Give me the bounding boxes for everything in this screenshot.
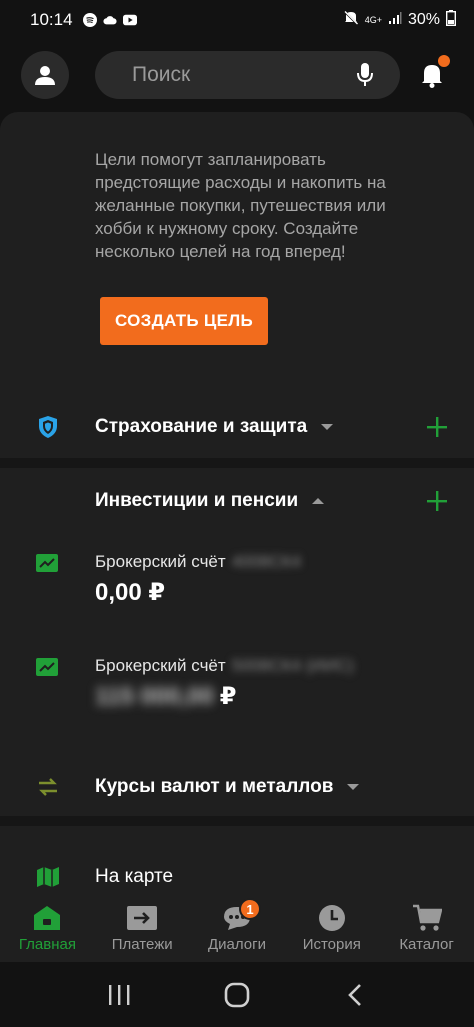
account-name: Брокерский счёт 5008СК4 (ИИС) — [95, 656, 354, 675]
spotify-icon — [82, 13, 97, 27]
cart-icon — [411, 904, 443, 932]
plus-icon — [427, 417, 447, 437]
section-title: Курсы валют и металлов — [95, 776, 360, 798]
account-masked-balance: 115 000,00 — [95, 683, 214, 710]
broker-account-item[interactable]: Брокерский счёт 5008СК4 (ИИС) 115 000,00 ₽ — [0, 656, 474, 716]
nav-payments[interactable]: Платежи — [95, 900, 190, 962]
home-icon — [31, 904, 63, 932]
search-bar[interactable] — [95, 51, 400, 99]
user-icon — [35, 66, 55, 85]
chevron-down-icon — [321, 423, 334, 430]
plus-icon — [427, 491, 447, 511]
status-bar: 10:14 4G+ 30% — [0, 0, 474, 40]
system-nav-bar — [0, 962, 474, 1027]
chevron-up-icon — [312, 497, 325, 504]
nav-dialogs[interactable]: 1 Диалоги — [190, 898, 285, 962]
section-map[interactable]: На карте — [0, 852, 474, 902]
section-title: Инвестиции и пенсии — [95, 490, 325, 512]
notification-dot — [438, 55, 450, 67]
cloud-icon — [102, 13, 117, 27]
nav-catalog[interactable]: Каталог — [379, 900, 474, 962]
nav-label: Главная — [18, 936, 76, 953]
exchange-arrows-icon — [36, 775, 60, 799]
clock-icon — [316, 904, 348, 932]
mute-icon — [343, 10, 359, 31]
bottom-nav: Главная Платежи 1 Диалоги История Катало… — [0, 898, 474, 962]
youtube-icon — [122, 13, 137, 27]
unread-badge: 1 — [238, 898, 261, 920]
section-currency[interactable]: Курсы валют и металлов — [0, 762, 474, 812]
payments-icon — [126, 904, 158, 932]
notifications-button[interactable] — [412, 55, 452, 95]
section-divider — [0, 458, 474, 468]
nav-label: Каталог — [399, 936, 454, 953]
battery-icon — [445, 9, 457, 31]
battery-percent: 30% — [407, 11, 440, 28]
account-name: Брокерский счёт 4008СК4 — [95, 552, 302, 571]
main-content: Цели помогут запланировать предстоящие р… — [0, 112, 474, 902]
section-investments[interactable]: Инвестиции и пенсии — [0, 476, 474, 526]
nav-label: Диалоги — [207, 936, 266, 953]
section-title: На карте — [95, 866, 174, 887]
nav-history[interactable]: История — [284, 900, 379, 962]
section-title: Страхование и защита — [95, 416, 334, 438]
mic-icon[interactable] — [352, 62, 378, 88]
add-investment-button[interactable] — [424, 488, 450, 514]
chevron-down-icon — [347, 783, 360, 790]
profile-button[interactable] — [21, 51, 69, 99]
create-goal-button[interactable]: СОЗДАТЬ ЦЕЛЬ — [100, 297, 268, 345]
account-balance: 115 000,00 ₽ — [95, 683, 237, 710]
nav-label: История — [302, 936, 361, 953]
nav-home[interactable]: Главная — [0, 900, 95, 962]
account-masked-id: 4008СК4 — [231, 552, 302, 571]
goals-description: Цели помогут запланировать предстоящие р… — [95, 150, 386, 261]
section-insurance[interactable]: Страхование и защита — [0, 402, 474, 452]
app-header — [0, 45, 474, 105]
recent-apps-icon[interactable] — [99, 975, 139, 1015]
home-circle-icon[interactable] — [217, 975, 257, 1015]
section-divider — [0, 816, 474, 826]
account-balance: 0,00 ₽ — [95, 579, 166, 606]
chat-icon: 1 — [221, 898, 261, 932]
signal-icon — [388, 11, 402, 30]
network-type: 4G+ — [364, 15, 382, 25]
broker-account-item[interactable]: Брокерский счёт 4008СК4 0,00 ₽ — [0, 552, 474, 612]
account-masked-id: 5008СК4 (ИИС) — [231, 656, 354, 675]
chart-up-icon — [36, 554, 58, 572]
add-insurance-button[interactable] — [424, 414, 450, 440]
shield-icon — [36, 415, 60, 439]
chart-up-icon — [36, 658, 58, 676]
back-icon[interactable] — [335, 975, 375, 1015]
nav-label: Платежи — [111, 936, 173, 953]
search-input[interactable] — [132, 63, 342, 87]
status-time: 10:14 — [30, 10, 73, 29]
map-icon — [36, 865, 60, 889]
